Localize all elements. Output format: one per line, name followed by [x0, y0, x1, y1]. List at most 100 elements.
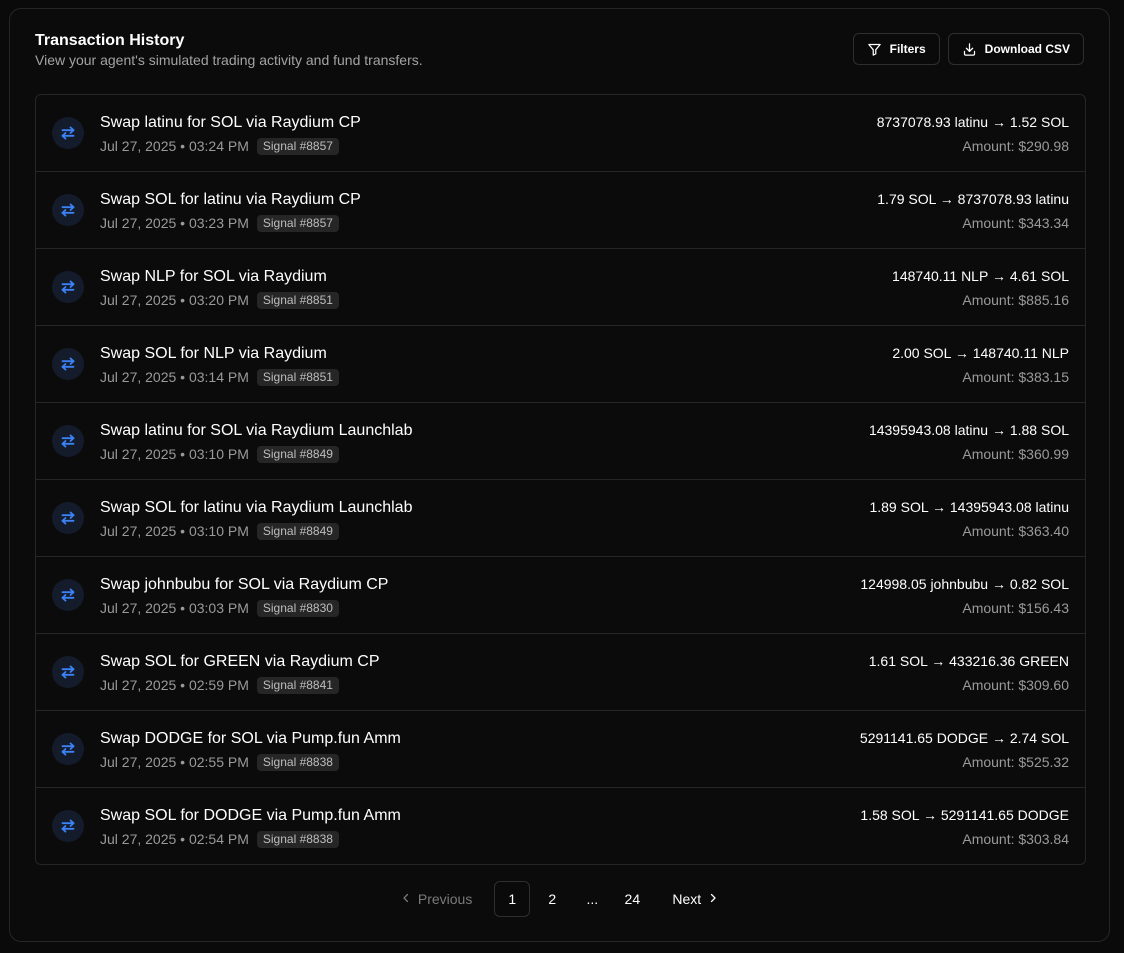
signal-badge: Signal #8857: [256, 137, 339, 155]
chevron-right-icon: [707, 891, 719, 907]
transaction-swap-details: 1.58 SOL → 5291141.65 DODGE: [860, 807, 1069, 823]
page-1-button[interactable]: 1: [494, 881, 531, 917]
transaction-meta: Jul 27, 2025 • 02:55 PM Signal #8838: [100, 753, 339, 771]
transaction-title: Swap NLP for SOL via Raydium: [100, 268, 327, 285]
signal-badge: Signal #8849: [256, 445, 339, 463]
transaction-meta: Jul 27, 2025 • 03:23 PM Signal #8857: [100, 214, 339, 232]
transaction-title: Swap SOL for latinu via Raydium Launchla…: [100, 499, 413, 516]
pagination-ellipsis: ...: [586, 891, 599, 907]
swap-arrows-icon: [52, 117, 84, 149]
transaction-date: Jul 27, 2025 • 03:24 PM: [100, 138, 249, 154]
download-csv-button[interactable]: Download CSV: [947, 33, 1084, 65]
transaction-meta: Jul 27, 2025 • 03:20 PM Signal #8851: [100, 291, 339, 309]
transaction-amount: Amount: $383.15: [962, 369, 1069, 385]
filters-label: Filters: [889, 42, 926, 56]
swap-arrows-icon: [52, 579, 84, 611]
transaction-row[interactable]: Swap latinu for SOL via Raydium CP Jul 27…: [36, 95, 1085, 172]
transaction-row[interactable]: Swap johnbubu for SOL via Raydium CP Jul …: [36, 557, 1085, 634]
transaction-swap-details: 8737078.93 latinu → 1.52 SOL: [876, 114, 1069, 130]
transaction-row[interactable]: Swap SOL for GREEN via Raydium CP Jul 27,…: [36, 634, 1085, 711]
transaction-date: Jul 27, 2025 • 02:54 PM: [100, 831, 249, 847]
next-label: Next: [672, 891, 702, 907]
page-2-button[interactable]: 2: [534, 881, 570, 917]
transaction-date: Jul 27, 2025 • 03:03 PM: [100, 600, 249, 616]
transaction-title: Swap latinu for SOL via Raydium CP: [100, 114, 361, 131]
swap-arrows-icon: [52, 733, 84, 765]
transaction-amount: Amount: $363.40: [962, 523, 1069, 539]
filter-icon: [867, 42, 882, 57]
swap-arrows-icon: [52, 810, 84, 842]
transaction-meta: Jul 27, 2025 • 02:54 PM Signal #8838: [100, 830, 339, 848]
transaction-meta: Jul 27, 2025 • 03:14 PM Signal #8851: [100, 368, 339, 386]
transaction-date: Jul 27, 2025 • 03:14 PM: [100, 369, 249, 385]
transaction-row[interactable]: Swap SOL for NLP via Raydium Jul 27, 2025…: [36, 326, 1085, 403]
transaction-meta: Jul 27, 2025 • 03:10 PM Signal #8849: [100, 445, 339, 463]
page-24-button[interactable]: 24: [614, 881, 650, 917]
card-header: Transaction History View your agent's si…: [35, 32, 1084, 72]
signal-badge: Signal #8841: [256, 676, 339, 694]
swap-arrows-icon: [52, 194, 84, 226]
transaction-title: Swap DODGE for SOL via Pump.fun Amm: [100, 730, 401, 747]
transaction-swap-details: 1.61 SOL → 433216.36 GREEN: [868, 653, 1069, 669]
signal-badge: Signal #8857: [256, 214, 339, 232]
pagination: Previous 1 2 ... 24 Next: [10, 881, 1109, 917]
transaction-row[interactable]: Swap SOL for latinu via Raydium Launchla…: [36, 480, 1085, 557]
transaction-row[interactable]: Swap NLP for SOL via Raydium Jul 27, 2025…: [36, 249, 1085, 326]
transaction-amount: Amount: $343.34: [962, 215, 1069, 231]
transaction-meta: Jul 27, 2025 • 03:03 PM Signal #8830: [100, 599, 339, 617]
signal-badge: Signal #8838: [256, 753, 339, 771]
transaction-row[interactable]: Swap SOL for latinu via Raydium CP Jul 27…: [36, 172, 1085, 249]
signal-badge: Signal #8830: [256, 599, 339, 617]
transaction-meta: Jul 27, 2025 • 03:24 PM Signal #8857: [100, 137, 339, 155]
signal-badge: Signal #8851: [256, 368, 339, 386]
transaction-row[interactable]: Swap DODGE for SOL via Pump.fun Amm Jul 2…: [36, 711, 1085, 788]
signal-badge: Signal #8838: [256, 830, 339, 848]
transaction-date: Jul 27, 2025 • 03:10 PM: [100, 446, 249, 462]
transaction-title: Swap johnbubu for SOL via Raydium CP: [100, 576, 389, 593]
swap-arrows-icon: [52, 502, 84, 534]
transaction-amount: Amount: $156.43: [962, 600, 1069, 616]
chevron-left-icon: [400, 891, 412, 907]
transaction-title: Swap latinu for SOL via Raydium Launchla…: [100, 422, 413, 439]
transaction-date: Jul 27, 2025 • 03:23 PM: [100, 215, 249, 231]
transaction-row[interactable]: Swap latinu for SOL via Raydium Launchla…: [36, 403, 1085, 480]
transaction-date: Jul 27, 2025 • 02:55 PM: [100, 754, 249, 770]
signal-badge: Signal #8849: [256, 522, 339, 540]
transaction-amount: Amount: $885.16: [962, 292, 1069, 308]
transaction-amount: Amount: $360.99: [962, 446, 1069, 462]
transaction-amount: Amount: $525.32: [962, 754, 1069, 770]
filters-button[interactable]: Filters: [852, 33, 940, 65]
download-csv-label: Download CSV: [984, 42, 1070, 56]
transaction-title: Swap SOL for DODGE via Pump.fun Amm: [100, 807, 401, 824]
transaction-title: Swap SOL for GREEN via Raydium CP: [100, 653, 380, 670]
transaction-swap-details: 5291141.65 DODGE → 2.74 SOL: [859, 730, 1069, 746]
transaction-swap-details: 1.79 SOL → 8737078.93 latinu: [877, 191, 1069, 207]
previous-label: Previous: [417, 891, 473, 907]
previous-page-button[interactable]: Previous: [390, 881, 482, 917]
transaction-swap-details: 148740.11 NLP → 4.61 SOL: [892, 268, 1069, 284]
header-actions: Filters Download CSV: [852, 33, 1084, 65]
transaction-amount: Amount: $309.60: [962, 677, 1069, 693]
transaction-list: Swap latinu for SOL via Raydium CP Jul 27…: [35, 94, 1086, 865]
transaction-swap-details: 1.89 SOL → 14395943.08 latinu: [869, 499, 1069, 515]
transaction-date: Jul 27, 2025 • 03:10 PM: [100, 523, 249, 539]
swap-arrows-icon: [52, 656, 84, 688]
transaction-meta: Jul 27, 2025 • 02:59 PM Signal #8841: [100, 676, 339, 694]
download-icon: [962, 42, 977, 57]
transaction-amount: Amount: $290.98: [962, 138, 1069, 154]
swap-arrows-icon: [52, 271, 84, 303]
transaction-date: Jul 27, 2025 • 02:59 PM: [100, 677, 249, 693]
transaction-row[interactable]: Swap SOL for DODGE via Pump.fun Amm Jul 2…: [36, 788, 1085, 864]
transaction-swap-details: 14395943.08 latinu → 1.88 SOL: [868, 422, 1069, 438]
swap-arrows-icon: [52, 348, 84, 380]
transaction-swap-details: 2.00 SOL → 148740.11 NLP: [892, 345, 1069, 361]
swap-arrows-icon: [52, 425, 84, 457]
transaction-date: Jul 27, 2025 • 03:20 PM: [100, 292, 249, 308]
transaction-title: Swap SOL for NLP via Raydium: [100, 345, 327, 362]
next-page-button[interactable]: Next: [662, 881, 729, 917]
transaction-title: Swap SOL for latinu via Raydium CP: [100, 191, 361, 208]
signal-badge: Signal #8851: [256, 291, 339, 309]
transaction-amount: Amount: $303.84: [962, 831, 1069, 847]
transaction-swap-details: 124998.05 johnbubu → 0.82 SOL: [860, 576, 1069, 592]
transaction-history-card: Transaction History View your agent's si…: [9, 8, 1110, 942]
